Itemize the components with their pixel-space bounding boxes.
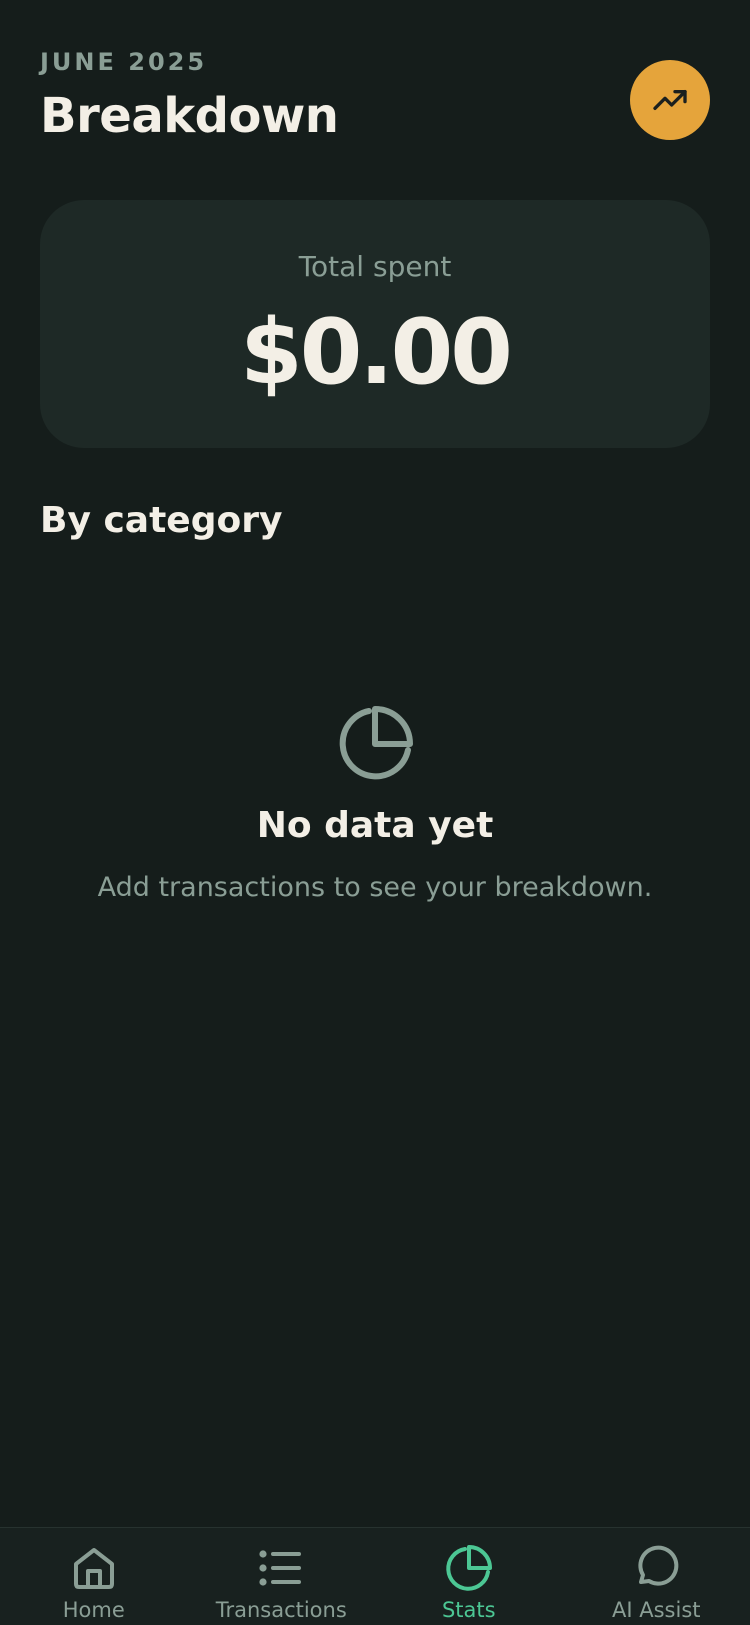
total-spent-card: Total spent $0.00: [40, 200, 710, 448]
empty-state: No data yet Add transactions to see your…: [0, 705, 750, 903]
home-icon: [70, 1544, 118, 1592]
empty-state-title: No data yet: [0, 805, 750, 846]
tab-stats-label: Stats: [442, 1598, 496, 1622]
month-label: JUNE 2025: [40, 48, 207, 76]
by-category-heading: By category: [40, 500, 282, 541]
tab-ai-assist[interactable]: AI Assist: [563, 1528, 750, 1625]
tab-home[interactable]: Home: [0, 1528, 188, 1625]
total-spent-amount: $0.00: [40, 300, 710, 405]
tab-home-label: Home: [63, 1598, 125, 1622]
page-title: Breakdown: [40, 88, 338, 144]
trending-up-icon: [650, 80, 690, 120]
bottom-tab-bar: Home Transactions Stats AI As: [0, 1527, 750, 1625]
trend-button[interactable]: [630, 60, 710, 140]
total-spent-label: Total spent: [40, 250, 710, 283]
chat-bubble-icon: [632, 1544, 680, 1592]
empty-state-subtitle: Add transactions to see your breakdown.: [0, 872, 750, 903]
pie-chart-icon: [336, 705, 414, 783]
tab-stats[interactable]: Stats: [375, 1528, 563, 1625]
pie-chart-icon: [445, 1544, 493, 1592]
tab-ai-assist-label: AI Assist: [612, 1598, 701, 1622]
stats-screen: JUNE 2025 Breakdown Total spent $0.00 By…: [0, 0, 750, 1624]
list-icon: [257, 1544, 305, 1592]
tab-transactions-label: Transactions: [216, 1598, 347, 1622]
tab-transactions[interactable]: Transactions: [188, 1528, 376, 1625]
